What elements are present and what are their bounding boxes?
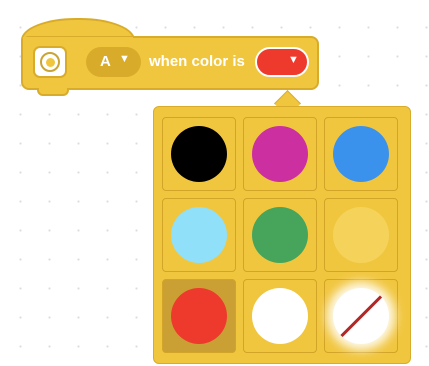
color-dropdown[interactable]: ▼: [255, 47, 309, 77]
white-swatch: [252, 288, 308, 344]
magenta-swatch: [252, 126, 308, 182]
no-color-icon: [333, 288, 389, 344]
block-caption: when color is: [149, 53, 245, 70]
color-sensor-icon: [33, 46, 67, 78]
color-option-magenta[interactable]: [243, 117, 317, 191]
color-grid: [162, 117, 403, 358]
hat-block-fill: [23, 37, 133, 43]
green-swatch: [252, 207, 308, 263]
chevron-down-icon: ▼: [288, 54, 299, 66]
yellow-swatch: [333, 207, 389, 263]
color-option-yellow[interactable]: [324, 198, 398, 272]
port-dropdown[interactable]: A ▼: [86, 47, 141, 77]
color-option-white[interactable]: [243, 279, 317, 353]
light-blue-swatch: [171, 207, 227, 263]
color-option-black[interactable]: [162, 117, 236, 191]
slash-icon: [338, 293, 385, 339]
color-option-no-color[interactable]: [324, 279, 398, 353]
black-swatch: [171, 126, 227, 182]
blue-swatch: [333, 126, 389, 182]
color-option-blue[interactable]: [324, 117, 398, 191]
color-option-green[interactable]: [243, 198, 317, 272]
color-option-red[interactable]: [162, 279, 236, 353]
color-picker-popup: [153, 106, 411, 364]
sensor-dot-icon: [46, 58, 55, 67]
chevron-down-icon: ▼: [119, 53, 130, 65]
block-connector-notch: [37, 88, 69, 96]
sensor-ring-icon: [40, 52, 60, 72]
color-option-light-blue[interactable]: [162, 198, 236, 272]
red-swatch: [171, 288, 227, 344]
port-value: A: [100, 53, 111, 70]
